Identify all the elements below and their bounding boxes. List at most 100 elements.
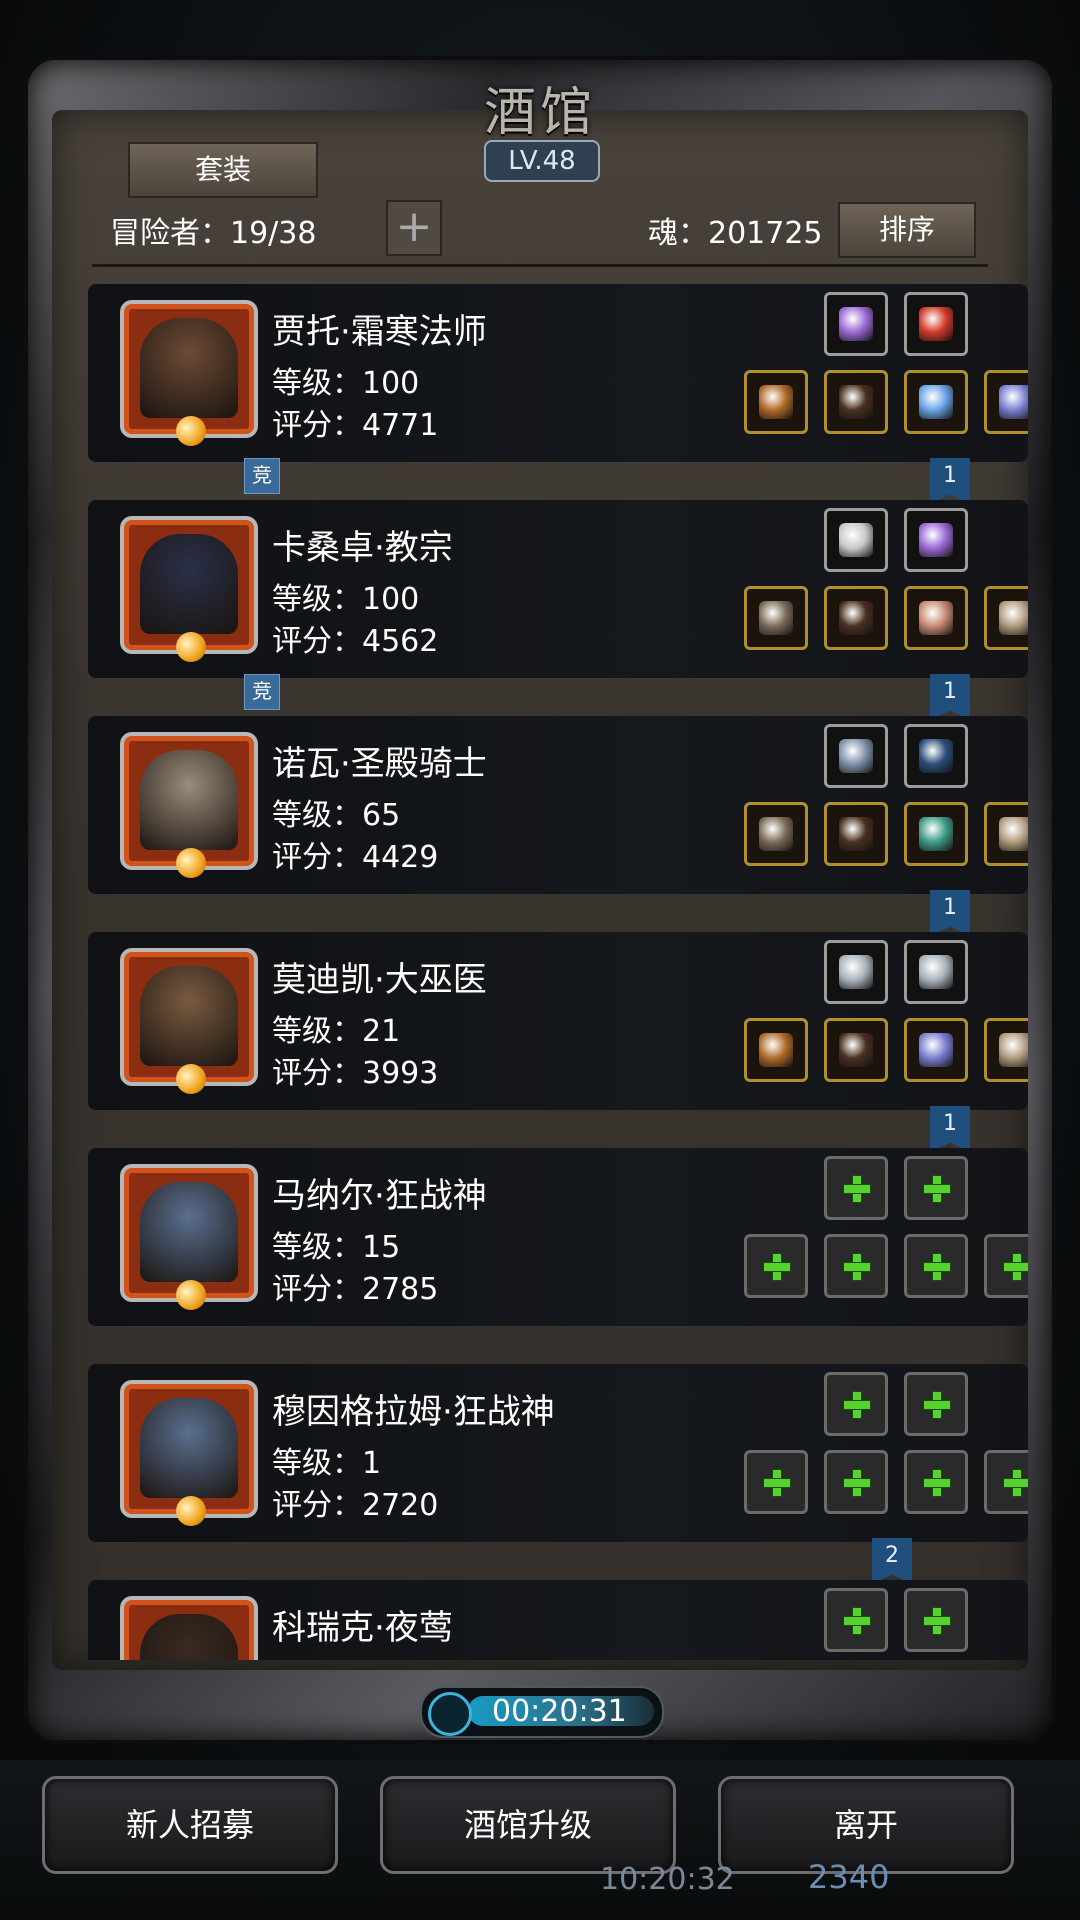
equipment-slot[interactable] (904, 802, 968, 866)
hero-score: 评分：4429 (272, 840, 439, 875)
equipment-slot[interactable] (984, 802, 1028, 866)
hero-level: 等级：65 (272, 798, 401, 833)
bracelet-icon (919, 817, 953, 851)
equipment-slot[interactable] (824, 802, 888, 866)
gauntlet-icon (999, 817, 1028, 851)
equipment-slot[interactable] (824, 940, 888, 1004)
equipment-slot[interactable] (904, 1588, 968, 1652)
equipment-slot[interactable] (824, 292, 888, 356)
hero-list[interactable]: 贾托·霜寒法师 等级：100 评分：4771 竞 1 卡桑卓·教宗 等级：100 评分：456… (52, 280, 1028, 1660)
heart-gem-icon (999, 385, 1028, 419)
equipment-slot[interactable] (904, 586, 968, 650)
equipment-slot[interactable] (904, 370, 968, 434)
hero-face (140, 318, 238, 418)
hero-card[interactable]: 卡桑卓·教宗 等级：100 评分：4562 (88, 500, 1028, 678)
equipment-slot[interactable] (984, 586, 1028, 650)
plus-icon (841, 1389, 871, 1419)
equipment-slot[interactable] (744, 370, 808, 434)
hero-face (140, 1614, 238, 1660)
equipment-slot[interactable] (904, 1372, 968, 1436)
hero-portrait[interactable] (120, 1596, 258, 1660)
rank-ribbon: 1 (930, 458, 970, 504)
hero-card[interactable]: 科瑞克·夜莺 (88, 1580, 1028, 1660)
equipment-slot[interactable] (744, 1234, 808, 1298)
equipment-slot[interactable] (904, 1234, 968, 1298)
equipment-slot[interactable] (744, 802, 808, 866)
equipment-slot[interactable] (824, 724, 888, 788)
crescent-moon-icon (176, 1280, 206, 1310)
plus-icon: + (395, 201, 433, 252)
hero-face (140, 1182, 238, 1282)
staff-icon (759, 1033, 793, 1067)
hero-face (140, 534, 238, 634)
hero-card[interactable]: 贾托·霜寒法师 等级：100 评分：4771 (88, 284, 1028, 462)
hero-portrait[interactable] (120, 1164, 258, 1310)
equipment-slot[interactable] (824, 370, 888, 434)
rank-ribbon: 1 (930, 1106, 970, 1152)
hero-score: 评分：3993 (272, 1056, 439, 1091)
equipment-slot[interactable] (984, 370, 1028, 434)
hero-portrait[interactable] (120, 1380, 258, 1526)
plus-icon (921, 1605, 951, 1635)
equipment-slot[interactable] (984, 1018, 1028, 1082)
rank-ribbon: 1 (930, 890, 970, 936)
equipment-slot[interactable] (824, 508, 888, 572)
hero-portrait[interactable] (120, 516, 258, 662)
crescent-moon-icon (176, 416, 206, 446)
hero-card[interactable]: 诺瓦·圣殿骑士 等级：65 评分：4429 (88, 716, 1028, 894)
rank-ribbon: 1 (930, 674, 970, 720)
hero-card[interactable]: 穆因格拉姆·狂战神 等级：1 评分：2720 (88, 1364, 1028, 1542)
equipment-slot[interactable] (984, 1234, 1028, 1298)
equipment-slot[interactable] (744, 586, 808, 650)
hero-name: 贾托·霜寒法师 (272, 312, 487, 352)
equipment-slot[interactable] (824, 586, 888, 650)
timer-value: 00:20:31 (492, 1694, 627, 1729)
tavern-timer: 00:20:31 (420, 1686, 664, 1738)
equipment-slot[interactable] (824, 1450, 888, 1514)
hero-portrait[interactable] (120, 732, 258, 878)
hero-card[interactable]: 莫迪凯·大巫医 等级：21 评分：3993 (88, 932, 1028, 1110)
hero-card[interactable]: 马纳尔·狂战神 等级：15 评分：2785 (88, 1148, 1028, 1326)
equipment-slot[interactable] (904, 1018, 968, 1082)
equipment-slot[interactable] (824, 1234, 888, 1298)
plus-icon (841, 1251, 871, 1281)
equipment-slot[interactable] (904, 1450, 968, 1514)
add-slot-button[interactable]: + (386, 200, 442, 256)
equipment-slot[interactable] (824, 1588, 888, 1652)
equipment-slot[interactable] (904, 940, 968, 1004)
equipment-slot[interactable] (744, 1450, 808, 1514)
equipment-slot[interactable] (904, 1156, 968, 1220)
equipment-slot[interactable] (904, 508, 968, 572)
crescent-moon-icon (176, 1064, 206, 1094)
equipment-slot[interactable] (824, 1018, 888, 1082)
resource-count: 2340 (808, 1858, 890, 1896)
set-button[interactable]: 套装 (128, 142, 318, 198)
equipment-slot[interactable] (824, 1156, 888, 1220)
hero-score: 评分：2785 (272, 1272, 439, 1307)
plus-icon (921, 1251, 951, 1281)
equipment-slot[interactable] (984, 1450, 1028, 1514)
adventurer-count: 冒险者：19/38 (110, 216, 317, 251)
equipment-slot[interactable] (904, 292, 968, 356)
robe-icon (839, 601, 873, 635)
equipment-slot[interactable] (744, 1018, 808, 1082)
hero-face (140, 1398, 238, 1498)
hero-name: 科瑞克·夜莺 (272, 1608, 453, 1648)
tavern-upgrade-button[interactable]: 酒馆升级 (380, 1776, 676, 1874)
axe-icon (759, 601, 793, 635)
divider (92, 264, 988, 267)
hero-name: 卡桑卓·教宗 (272, 528, 453, 568)
amulet-icon (919, 601, 953, 635)
arena-tag: 竞 (244, 458, 280, 494)
hero-face (140, 750, 238, 850)
hero-level: 等级：100 (272, 366, 420, 401)
sort-button[interactable]: 排序 (838, 202, 976, 258)
crescent-moon-icon (176, 1496, 206, 1526)
hero-portrait[interactable] (120, 948, 258, 1094)
equipment-slot[interactable] (904, 724, 968, 788)
recruit-button[interactable]: 新人招募 (42, 1776, 338, 1874)
hero-portrait[interactable] (120, 300, 258, 446)
staff-icon (759, 385, 793, 419)
crescent-moon-icon (176, 632, 206, 662)
equipment-slot[interactable] (824, 1372, 888, 1436)
